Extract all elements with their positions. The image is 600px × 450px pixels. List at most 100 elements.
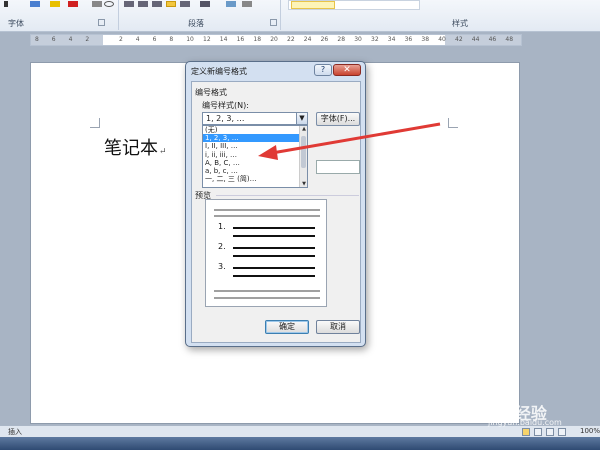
scroll-down-icon[interactable]: ▼ bbox=[300, 181, 307, 187]
ruler-tick: 8 bbox=[35, 36, 39, 43]
preview-divider bbox=[216, 195, 359, 196]
dropdown-option[interactable]: I, II, III, … bbox=[203, 142, 307, 150]
preview-box: 1. 2. 3. bbox=[205, 199, 327, 307]
ruler-tick: 40 bbox=[438, 36, 446, 43]
dropdown-option[interactable]: a, b, c, … bbox=[203, 167, 307, 175]
scroll-thumb[interactable] bbox=[301, 136, 306, 168]
dropdown-items: (无) 1, 2, 3, … I, II, III, … i, ii, iii, … A… bbox=[203, 126, 307, 183]
dropdown-scrollbar[interactable]: ▲ ▼ bbox=[299, 126, 307, 187]
ruler-tick: 36 bbox=[404, 36, 413, 43]
ruler-tick: 6 bbox=[152, 36, 157, 43]
group-label-font: 字体 bbox=[8, 19, 24, 28]
zoom-level[interactable]: 100% bbox=[580, 427, 600, 435]
number-style-select[interactable]: 1, 2, 3, … ▼ bbox=[202, 112, 308, 125]
shading-icon[interactable] bbox=[226, 1, 236, 7]
preview-gray-line bbox=[214, 290, 320, 292]
ruler-tick: 24 bbox=[303, 36, 312, 43]
paragraph-dialog-launcher-icon[interactable] bbox=[270, 19, 277, 26]
ruler-tick: 12 bbox=[203, 36, 211, 43]
dropdown-option[interactable]: (无) bbox=[203, 126, 307, 134]
ruler-tick: 4 bbox=[135, 36, 140, 43]
number-style-value: 1, 2, 3, … bbox=[206, 114, 245, 123]
line-spacing-icon[interactable] bbox=[200, 1, 210, 7]
ribbon: 字体 段落 样式 bbox=[0, 0, 600, 32]
define-number-format-dialog[interactable]: 定义新编号格式 ? ✕ 编号格式 编号样式(N): 1, 2, 3, … ▼ 字… bbox=[185, 61, 366, 347]
ruler-tick: 42 bbox=[455, 36, 463, 43]
preview-gray-line bbox=[214, 209, 320, 211]
document-body-text[interactable]: 笔记本 bbox=[104, 138, 158, 159]
preview-number: 1. bbox=[218, 222, 226, 231]
align-right-icon[interactable] bbox=[152, 1, 162, 7]
ruler-tick: 44 bbox=[471, 36, 480, 43]
ruler-tick: 22 bbox=[287, 36, 295, 43]
font-dialog-launcher-icon[interactable] bbox=[98, 19, 105, 26]
print-layout-view-icon[interactable] bbox=[522, 428, 530, 436]
ruler-tick: 34 bbox=[387, 36, 396, 43]
borders-icon[interactable] bbox=[242, 1, 252, 7]
document-text[interactable]: 笔记本↵ bbox=[104, 134, 167, 160]
ruler-tick: 2 bbox=[119, 36, 123, 43]
font-color-icon[interactable] bbox=[68, 1, 78, 7]
dropdown-option[interactable]: A, B, C, … bbox=[203, 159, 307, 167]
ruler-margin-left bbox=[31, 35, 103, 45]
highlight-icon[interactable] bbox=[30, 1, 40, 7]
chevron-down-icon[interactable]: ▼ bbox=[296, 113, 307, 124]
dropdown-option[interactable]: 一, 二, 三 (简)… bbox=[203, 175, 307, 183]
font-button[interactable]: 字体(F)... bbox=[316, 112, 360, 126]
web-layout-view-icon[interactable] bbox=[546, 428, 554, 436]
distribute-icon[interactable] bbox=[180, 1, 190, 7]
enclose-char-icon[interactable] bbox=[104, 1, 114, 7]
close-button[interactable]: ✕ bbox=[333, 64, 361, 76]
ruler-tick: 6 bbox=[51, 36, 56, 43]
insert-mode-indicator[interactable]: 插入 bbox=[8, 427, 22, 437]
align-left-icon[interactable] bbox=[124, 1, 134, 7]
outline-view-icon[interactable] bbox=[558, 428, 566, 436]
watermark-url: jingyan.baidu.com bbox=[488, 418, 562, 427]
ruler-tick: 8 bbox=[169, 36, 174, 43]
help-button[interactable]: ? bbox=[314, 64, 332, 76]
preview-text-line bbox=[233, 267, 315, 269]
ruler-tick: 26 bbox=[320, 36, 329, 43]
full-screen-view-icon[interactable] bbox=[534, 428, 542, 436]
paragraph-mark-icon: ↵ bbox=[159, 147, 167, 157]
number-style-label: 编号样式(N): bbox=[202, 101, 249, 110]
preview-gray-line bbox=[214, 215, 320, 217]
group-label-styles: 样式 bbox=[452, 19, 468, 28]
styles-gallery[interactable] bbox=[288, 0, 420, 10]
ruler-tick: 14 bbox=[219, 36, 228, 43]
text-effect-icon[interactable] bbox=[50, 1, 60, 7]
dropdown-option[interactable]: 1, 2, 3, … bbox=[203, 134, 307, 143]
cancel-button[interactable]: 取消 bbox=[316, 320, 360, 334]
ruler-tick: 46 bbox=[488, 36, 497, 43]
justify-icon[interactable] bbox=[166, 1, 176, 7]
ruler-tick: 38 bbox=[421, 36, 430, 43]
preview-text-line bbox=[233, 227, 315, 229]
margin-corner-mark bbox=[448, 118, 458, 128]
number-style-dropdown-list[interactable]: (无) 1, 2, 3, … I, II, III, … i, ii, iii, … A… bbox=[202, 125, 308, 188]
dialog-body: 编号格式 编号样式(N): 1, 2, 3, … ▼ 字体(F)... (无) 1… bbox=[191, 81, 361, 343]
dropdown-option[interactable]: i, ii, iii, … bbox=[203, 151, 307, 159]
ruler-tick: 30 bbox=[354, 36, 362, 43]
ruler-tick: 18 bbox=[253, 36, 262, 43]
number-format-section-label: 编号格式 bbox=[195, 88, 227, 97]
strike-icon[interactable] bbox=[4, 1, 8, 7]
group-label-paragraph: 段落 bbox=[188, 19, 204, 28]
horizontal-ruler[interactable]: 8 6 4 2 2 4 6 8 10 12 14 16 18 20 22 24 26 28 30 32 34 36 38 40… bbox=[30, 34, 522, 46]
ribbon-separator bbox=[118, 0, 119, 30]
taskbar bbox=[0, 437, 600, 450]
ruler-tick: 2 bbox=[85, 36, 90, 43]
scroll-up-icon[interactable]: ▲ bbox=[300, 126, 307, 132]
ribbon-separator bbox=[280, 0, 281, 30]
dialog-title: 定义新编号格式 bbox=[191, 67, 247, 76]
preview-text-line bbox=[233, 247, 315, 249]
align-center-icon[interactable] bbox=[138, 1, 148, 7]
ok-button[interactable]: 确定 bbox=[265, 320, 309, 334]
preview-number: 3. bbox=[218, 262, 226, 271]
preview-text-line bbox=[233, 255, 315, 257]
ruler-tick: 4 bbox=[68, 36, 73, 43]
preview-text-line bbox=[233, 235, 315, 237]
preview-text-line bbox=[233, 275, 315, 277]
number-format-field[interactable] bbox=[316, 160, 360, 174]
style-highlight bbox=[291, 1, 335, 9]
char-border-icon[interactable] bbox=[92, 1, 102, 7]
